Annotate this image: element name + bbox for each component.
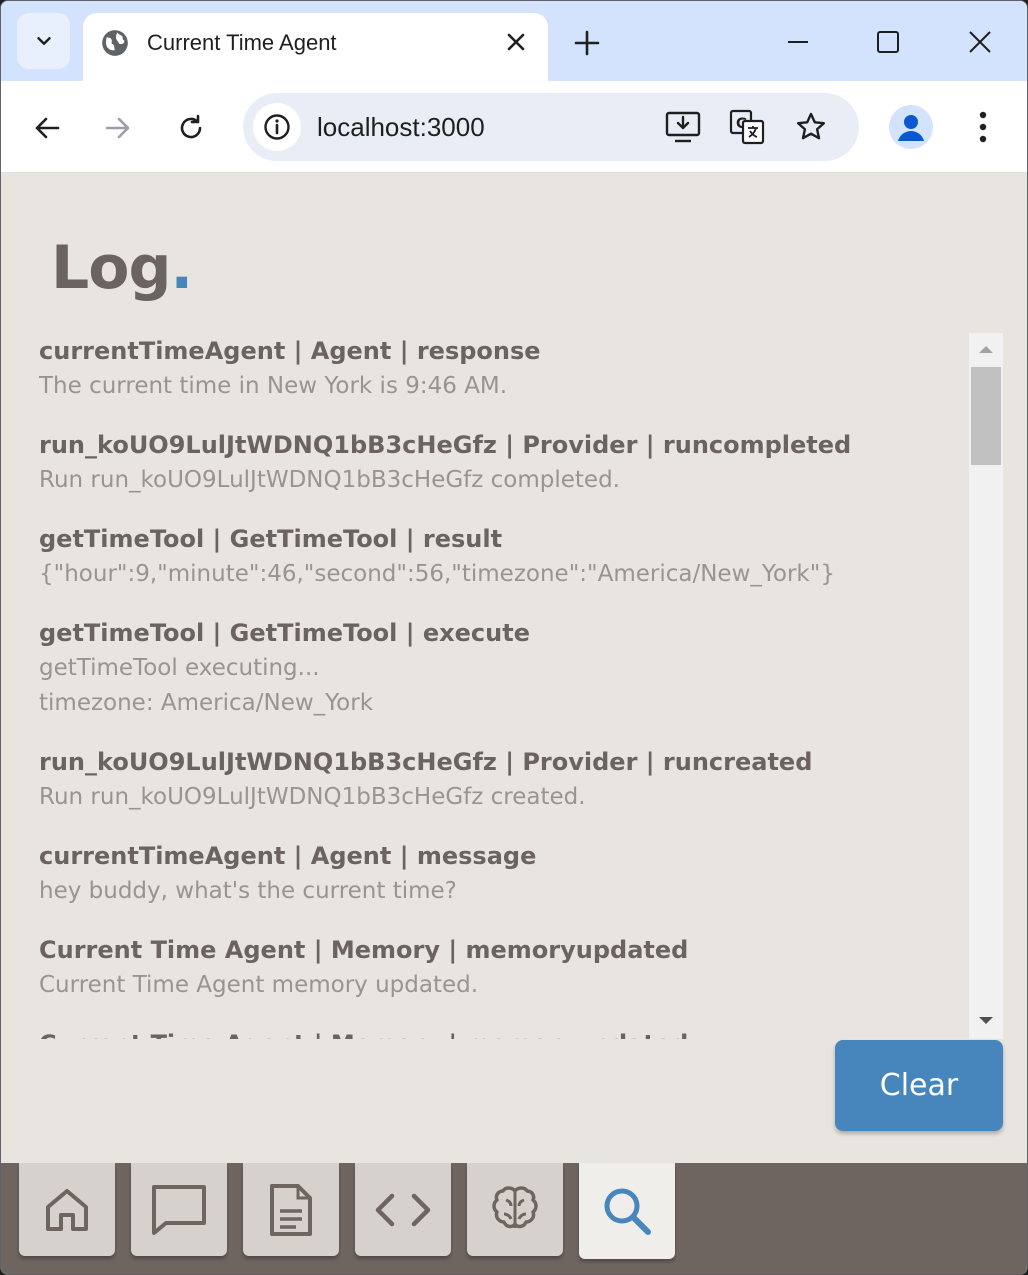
reload-button[interactable] xyxy=(168,105,214,151)
translate-button[interactable]: G xyxy=(725,105,769,149)
back-button[interactable] xyxy=(24,105,70,151)
minimize-button[interactable] xyxy=(775,19,821,65)
new-tab-button[interactable] xyxy=(567,23,607,63)
log-entry: run_koUO9LulJtWDNQ1bB3cHeGfz | Provider … xyxy=(39,744,959,838)
bottom-nav xyxy=(1,1163,1027,1274)
code-icon xyxy=(375,1193,431,1226)
chat-icon xyxy=(152,1184,206,1235)
bookmark-button[interactable] xyxy=(789,105,833,149)
browser-tab[interactable]: Current Time Agent xyxy=(83,13,548,81)
translate-icon: G xyxy=(729,109,765,145)
log-entry-title: getTimeTool | GetTimeTool | execute xyxy=(39,619,530,647)
tab-title: Current Time Agent xyxy=(147,30,337,55)
page-content: Log. currentTimeAgent | Agent | response… xyxy=(1,173,1027,1163)
info-icon xyxy=(264,114,290,140)
install-icon xyxy=(665,111,701,143)
log-entry-message: getTimeTool executing... xyxy=(39,655,320,681)
log-entry: Current Time Agent | Memory | memoryupda… xyxy=(39,1026,959,1039)
brain-icon xyxy=(492,1185,538,1228)
site-info-button[interactable] xyxy=(253,103,301,151)
tab-strip: Current Time Agent xyxy=(1,1,1027,81)
log-entry-message: hey buddy, what's the current time? xyxy=(39,878,457,904)
log-entry-message: Run run_koUO9LulJtWDNQ1bB3cHeGfz created… xyxy=(39,784,586,810)
log-entry-message: timezone: America/New_York xyxy=(39,690,374,716)
plus-icon xyxy=(574,30,600,56)
reload-icon xyxy=(180,114,202,139)
back-arrow-icon xyxy=(35,117,60,139)
log-entry-title: currentTimeAgent | Agent | response xyxy=(39,337,541,365)
nav-tab-home[interactable] xyxy=(19,1163,115,1256)
log-entry-message: Current Time Agent memory updated. xyxy=(39,972,479,998)
url-text: localhost:3000 xyxy=(317,112,485,142)
page-title-dot: . xyxy=(170,233,193,303)
log-entry: currentTimeAgent | Agent | message hey bu… xyxy=(39,838,959,932)
tab-search-button[interactable] xyxy=(17,13,70,69)
log-entry-title: run_koUO9LulJtWDNQ1bB3cHeGfz | Provider … xyxy=(39,748,813,776)
log-entry: currentTimeAgent | Agent | response The c… xyxy=(39,333,959,427)
log-entry-message: The current time in New York is 9:46 AM. xyxy=(39,373,508,399)
log-entry-title: currentTimeAgent | Agent | message xyxy=(39,842,537,870)
page-title: Log. xyxy=(51,233,193,303)
log-entry-title: Current Time Agent | Memory | memoryupda… xyxy=(39,936,689,964)
forward-arrow-icon xyxy=(105,117,130,139)
document-icon xyxy=(270,1183,312,1236)
log-scrollbar[interactable] xyxy=(969,333,1003,1039)
browser-toolbar: localhost:3000 G xyxy=(1,81,1027,173)
log-entry: run_koUO9LulJtWDNQ1bB3cHeGfz | Provider … xyxy=(39,427,959,521)
install-app-button[interactable] xyxy=(661,105,705,149)
home-icon xyxy=(46,1188,88,1231)
address-bar[interactable]: localhost:3000 G xyxy=(243,93,859,161)
more-vert-icon xyxy=(979,111,987,143)
log-entry-message: {"hour":9,"minute":46,"second":56,"timez… xyxy=(39,561,835,587)
nav-tab-document[interactable] xyxy=(243,1163,339,1256)
log-list: currentTimeAgent | Agent | response The c… xyxy=(39,333,959,1039)
nav-tab-log[interactable] xyxy=(579,1163,675,1259)
scroll-up-button[interactable] xyxy=(969,337,1003,361)
log-entry-title: getTimeTool | GetTimeTool | result xyxy=(39,525,503,553)
minimize-icon xyxy=(788,41,808,43)
close-icon xyxy=(969,31,991,53)
close-icon xyxy=(507,33,525,51)
scroll-down-button[interactable] xyxy=(969,1009,1003,1033)
log-entry-title: Current Time Agent | Memory | memoryupda… xyxy=(39,1026,959,1039)
star-icon xyxy=(797,112,825,140)
nav-tab-chat[interactable] xyxy=(131,1163,227,1256)
forward-button[interactable] xyxy=(95,105,141,151)
clear-button[interactable]: Clear xyxy=(835,1040,1003,1131)
log-entry: getTimeTool | GetTimeTool | result {"hour… xyxy=(39,521,959,615)
globe-icon xyxy=(102,30,128,56)
tab-close-button[interactable] xyxy=(501,27,531,57)
triangle-down-icon xyxy=(979,1017,993,1024)
log-entry-title: run_koUO9LulJtWDNQ1bB3cHeGfz | Provider … xyxy=(39,431,852,459)
person-icon xyxy=(898,115,924,141)
triangle-up-icon xyxy=(979,346,993,353)
log-entry: Current Time Agent | Memory | memoryupda… xyxy=(39,932,959,1026)
log-entry-message: Run run_koUO9LulJtWDNQ1bB3cHeGfz complet… xyxy=(39,467,620,493)
nav-tab-code[interactable] xyxy=(355,1163,451,1256)
nav-tab-memory[interactable] xyxy=(467,1163,563,1256)
profile-avatar[interactable] xyxy=(889,105,933,149)
window-close-button[interactable] xyxy=(957,19,1003,65)
scroll-thumb[interactable] xyxy=(971,367,1001,465)
browser-window: Current Time Agent localhost:3000 G Log.… xyxy=(0,0,1028,1275)
maximize-icon xyxy=(877,31,899,53)
maximize-button[interactable] xyxy=(865,19,911,65)
page-title-text: Log xyxy=(51,233,171,303)
log-panel[interactable]: currentTimeAgent | Agent | response The c… xyxy=(1,333,1003,1039)
chevron-down-icon xyxy=(36,37,51,45)
log-entry: getTimeTool | GetTimeTool | execute getTi… xyxy=(39,615,959,744)
search-icon xyxy=(604,1188,651,1235)
browser-menu-button[interactable] xyxy=(961,105,1005,149)
